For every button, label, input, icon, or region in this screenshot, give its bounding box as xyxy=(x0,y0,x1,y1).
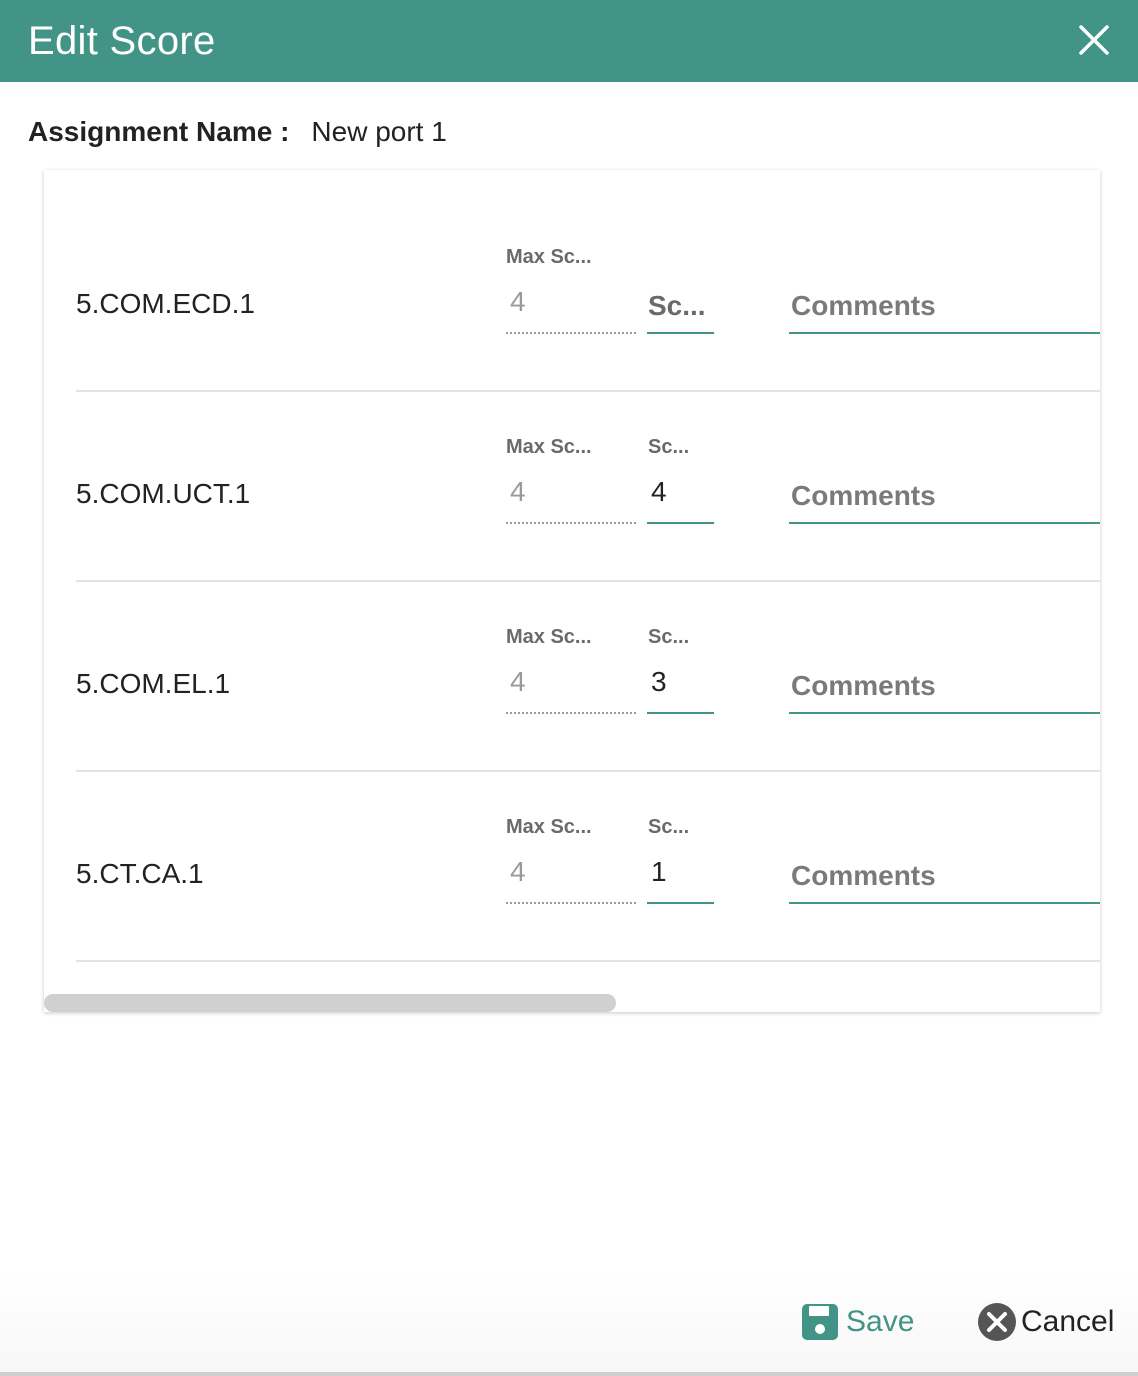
dialog-title: Edit Score xyxy=(28,18,216,63)
horizontal-scrollbar[interactable] xyxy=(44,994,616,1012)
close-icon xyxy=(1079,25,1109,55)
score-input[interactable]: 3 xyxy=(647,666,714,714)
standard-code: 5.COM.EL.1 xyxy=(76,668,231,699)
dialog-footer: Save Cancel xyxy=(0,1270,1138,1376)
comments-input[interactable]: Comments xyxy=(789,476,1100,524)
score-input[interactable] xyxy=(647,286,714,334)
cancel-circle-icon xyxy=(978,1303,1016,1341)
dialog-header: Edit Score xyxy=(0,0,1138,82)
cancel-label: Cancel xyxy=(1021,1305,1115,1338)
score-label: Sc... xyxy=(648,626,690,648)
assignment-name-value: New port 1 xyxy=(311,116,447,147)
comments-input[interactable]: Comments xyxy=(789,666,1100,714)
max-score-label: Max Sc... xyxy=(506,816,592,838)
max-score-field: 4 xyxy=(506,856,636,904)
edit-score-dialog: Edit Score Assignment Name : New port 1 … xyxy=(0,0,1138,1376)
close-button[interactable] xyxy=(1068,14,1120,66)
max-score-label: Max Sc... xyxy=(506,436,592,458)
score-row: 5.CT.CA.1 Max Sc... 4 Sc... 1 Comments xyxy=(76,772,1100,962)
comments-input[interactable]: Comments xyxy=(789,286,1100,334)
score-input[interactable]: 1 xyxy=(647,856,714,904)
save-icon xyxy=(802,1304,838,1340)
save-label: Save xyxy=(846,1305,915,1338)
cancel-button[interactable]: Cancel xyxy=(977,1302,1114,1342)
assignment-name: Assignment Name : New port 1 xyxy=(28,116,447,148)
score-row: 5.COM.UCT.1 Max Sc... 4 Sc... 4 Comments xyxy=(76,392,1100,582)
max-score-field: 4 xyxy=(506,666,636,714)
max-score-label: Max Sc... xyxy=(506,246,592,268)
row-divider xyxy=(76,960,1100,962)
score-table-card: 5.COM.ECD.1 Max Sc... 4 Sc... Comments 5… xyxy=(44,170,1100,1012)
max-score-label: Max Sc... xyxy=(506,626,592,648)
footer-border xyxy=(0,1372,1138,1376)
score-input[interactable]: 4 xyxy=(647,476,714,524)
save-button[interactable]: Save xyxy=(800,1302,914,1342)
standard-code: 5.COM.UCT.1 xyxy=(76,478,251,509)
max-score-field: 4 xyxy=(506,286,636,334)
assignment-name-label: Assignment Name : xyxy=(28,116,290,147)
standard-code: 5.COM.ECD.1 xyxy=(76,288,255,319)
score-label: Sc... xyxy=(648,436,690,458)
max-score-field: 4 xyxy=(506,476,636,524)
score-row: 5.COM.ECD.1 Max Sc... 4 Sc... Comments xyxy=(76,202,1100,392)
standard-code: 5.CT.CA.1 xyxy=(76,858,204,889)
comments-input[interactable]: Comments xyxy=(789,856,1100,904)
score-label: Sc... xyxy=(648,816,690,838)
score-row: 5.COM.EL.1 Max Sc... 4 Sc... 3 Comments xyxy=(76,582,1100,772)
